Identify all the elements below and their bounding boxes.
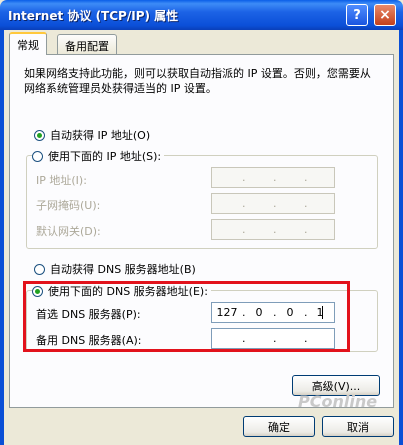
radio-button-icon bbox=[32, 285, 43, 297]
default-gateway-label: 默认网关(D): bbox=[36, 225, 101, 238]
radio-manual-dns[interactable]: 使用下面的 DNS 服务器地址(E): bbox=[32, 283, 211, 299]
radio-button-icon bbox=[34, 129, 45, 141]
preferred-dns-input[interactable]: 127 . 0 . 0 . 1 bbox=[211, 302, 335, 323]
subnet-mask-input[interactable]: ... bbox=[211, 193, 335, 214]
radio-button-icon bbox=[34, 263, 45, 275]
help-button[interactable]: ? bbox=[346, 4, 368, 26]
radio-auto-dns[interactable]: 自动获得 DNS 服务器地址(B) bbox=[34, 261, 199, 277]
title-bar: Internet 协议 (TCP/IP) 属性 ? × bbox=[0, 0, 403, 30]
radio-manual-ip[interactable]: 使用下面的 IP 地址(S): bbox=[32, 148, 165, 164]
default-gateway-input[interactable]: ... bbox=[211, 219, 335, 240]
close-icon: × bbox=[379, 7, 391, 23]
preferred-dns-octet-2: 0 bbox=[255, 306, 263, 319]
subnet-mask-label: 子网掩码(U): bbox=[36, 199, 101, 212]
preferred-dns-octet-1: 127 bbox=[216, 306, 238, 319]
preferred-dns-octet-3: 0 bbox=[286, 306, 294, 319]
alternate-dns-label: 备用 DNS 服务器(A): bbox=[36, 334, 142, 347]
radio-auto-ip-label: 自动获得 IP 地址(O) bbox=[50, 129, 151, 142]
radio-button-icon bbox=[32, 150, 43, 162]
question-mark-icon: ? bbox=[353, 7, 361, 23]
preferred-dns-octet-4: 1 bbox=[316, 306, 324, 319]
window-frame-right bbox=[399, 30, 403, 445]
close-button[interactable]: × bbox=[374, 4, 396, 26]
description-text: 如果网络支持此功能，则可以获取自动指派的 IP 设置。否则，您需要从网络系统管理… bbox=[24, 67, 371, 95]
window-title: Internet 协议 (TCP/IP) 属性 bbox=[8, 9, 179, 23]
watermark-logo: PConline bbox=[298, 392, 378, 411]
text-cursor bbox=[322, 306, 323, 319]
ok-button[interactable]: 确定 bbox=[243, 416, 315, 437]
ip-address-input[interactable]: ... bbox=[211, 167, 335, 188]
window-frame-left bbox=[0, 30, 4, 445]
preferred-dns-label: 首选 DNS 服务器(P): bbox=[36, 308, 141, 321]
alternate-dns-input[interactable]: ... bbox=[211, 328, 335, 349]
radio-auto-dns-label: 自动获得 DNS 服务器地址(B) bbox=[50, 263, 196, 276]
tab-general[interactable]: 常规 bbox=[9, 32, 47, 55]
cancel-button[interactable]: 取消 bbox=[322, 416, 394, 437]
radio-manual-dns-label: 使用下面的 DNS 服务器地址(E): bbox=[48, 285, 208, 298]
radio-manual-ip-label: 使用下面的 IP 地址(S): bbox=[48, 150, 162, 163]
radio-auto-ip[interactable]: 自动获得 IP 地址(O) bbox=[34, 127, 154, 143]
ip-address-label: IP 地址(I): bbox=[36, 174, 87, 187]
tab-alternate-config[interactable]: 备用配置 bbox=[57, 34, 117, 54]
